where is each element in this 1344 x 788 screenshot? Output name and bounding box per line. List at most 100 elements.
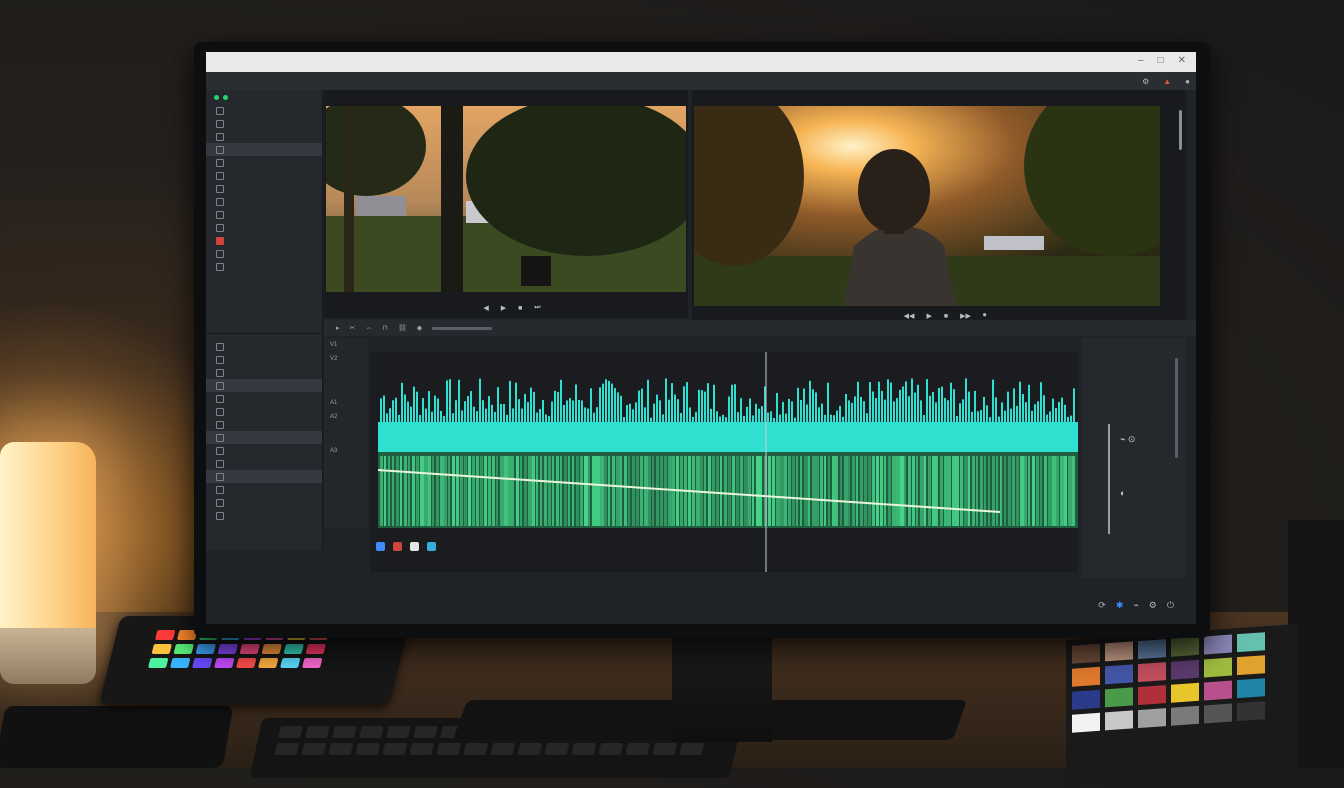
waveform-bar: [620, 456, 622, 526]
link-toggle-icon[interactable]: ⛓: [398, 324, 407, 332]
power-icon[interactable]: ⏻: [1167, 600, 1174, 611]
time-ruler[interactable]: [370, 338, 1078, 352]
sync-icon[interactable]: ⟳: [1098, 600, 1106, 611]
sidebar-item[interactable]: [206, 353, 322, 366]
sidebar-item[interactable]: [206, 366, 322, 379]
warning-icon[interactable]: ▲: [1163, 77, 1171, 86]
zoom-slider[interactable]: [432, 326, 493, 330]
user-icon[interactable]: ●: [1185, 77, 1190, 86]
waveform-bar: [712, 456, 715, 526]
record-button[interactable]: ⏺: [983, 312, 987, 320]
sidebar-item[interactable]: [206, 156, 322, 169]
fast-forward-button[interactable]: ▶▶: [960, 312, 971, 320]
sidebar-item[interactable]: [206, 169, 322, 182]
waveform-peak: [653, 403, 655, 438]
ripple-tool-icon[interactable]: ⇔: [365, 325, 372, 332]
sidebar-item[interactable]: [206, 483, 322, 496]
sidebar-item-active[interactable]: [206, 379, 322, 392]
sidebar-item[interactable]: [206, 130, 322, 143]
file-icon: [216, 158, 224, 167]
selection-tool-icon[interactable]: ▸: [336, 324, 340, 332]
sidebar-item[interactable]: [206, 260, 322, 273]
waveform-bar: [408, 456, 410, 526]
waveform-peak: [902, 386, 904, 438]
timeline-toolbar: ▸ ✂ ⇔ ⊓ ⛓ ◆: [324, 320, 1196, 336]
sidebar-item[interactable]: [206, 457, 322, 470]
sidebar-item[interactable]: [206, 221, 322, 234]
clip-icon: [216, 498, 224, 507]
waveform-peak: [692, 417, 694, 438]
link-icon[interactable]: ⌁: [1133, 600, 1138, 611]
waveform-peak: [704, 391, 706, 438]
sidebar-item[interactable]: [206, 496, 322, 509]
waveform-peak: [755, 403, 757, 438]
sidebar-item[interactable]: [206, 405, 322, 418]
sidebar-item[interactable]: [206, 234, 322, 247]
sidebar-item-active[interactable]: [206, 143, 322, 156]
sidebar-item[interactable]: [206, 392, 322, 405]
maximize-button[interactable]: □: [1158, 55, 1164, 66]
sidebar-item[interactable]: [206, 195, 322, 208]
marker-icon[interactable]: ◆: [417, 324, 422, 332]
sidebar-item[interactable]: [206, 340, 322, 353]
panel-scrollbar[interactable]: [1175, 358, 1178, 458]
waveform-bar: [896, 456, 900, 526]
waveform-bar: [616, 456, 620, 526]
track-header[interactable]: V2: [324, 352, 368, 366]
sidebar-item-active[interactable]: [206, 470, 322, 483]
track-header[interactable]: V1: [324, 338, 368, 352]
waveform-bar: [984, 456, 986, 526]
waveform-peak: [851, 402, 853, 438]
mixer-knob-icon[interactable]: ⌁ ⊙: [1120, 434, 1135, 445]
sidebar-item[interactable]: [206, 208, 322, 221]
waveform-bar: [780, 456, 784, 526]
waveform-peak: [626, 405, 628, 438]
app-icon[interactable]: [376, 541, 385, 551]
mixer-fader[interactable]: [1108, 424, 1110, 534]
close-button[interactable]: ✕: [1178, 55, 1186, 66]
minimize-button[interactable]: –: [1138, 55, 1144, 66]
waveform-peak: [557, 392, 559, 438]
track-header[interactable]: A3: [324, 444, 368, 458]
track-header[interactable]: A2: [324, 410, 368, 424]
next-button[interactable]: ⏭: [534, 304, 540, 312]
app-icon[interactable]: [410, 541, 419, 551]
app-icon[interactable]: [393, 541, 402, 551]
sidebar-item[interactable]: [206, 247, 322, 260]
waveform-bar: [800, 456, 802, 526]
waveform-bar: [952, 456, 956, 526]
sidebar-item[interactable]: [206, 444, 322, 457]
sidebar-item[interactable]: [206, 117, 322, 130]
razor-tool-icon[interactable]: ✂: [350, 324, 356, 332]
waveform-peak: [392, 400, 394, 438]
waveform-peak: [674, 394, 676, 438]
sidebar-item[interactable]: [206, 104, 322, 117]
waveform-bar: [904, 456, 906, 526]
settings-icon[interactable]: ⚙: [1149, 600, 1157, 611]
step-back-button[interactable]: ◀: [483, 304, 488, 312]
waveform-bar: [1052, 456, 1056, 526]
waveform-peak: [458, 379, 460, 438]
waveform-peak: [446, 380, 448, 438]
rewind-button[interactable]: ◀◀: [904, 312, 915, 320]
sidebar-item[interactable]: [206, 418, 322, 431]
waveform-bar: [792, 456, 795, 526]
mixer-knob-icon[interactable]: ◐: [1120, 488, 1125, 498]
sidebar-item[interactable]: [206, 182, 322, 195]
track-header[interactable]: A1: [324, 396, 368, 410]
waveform-bar: [384, 456, 386, 526]
snap-toggle-icon[interactable]: ⊓: [382, 324, 387, 332]
waveform-peak: [632, 409, 634, 438]
stop-button[interactable]: ■: [518, 305, 522, 312]
play-button[interactable]: ▶: [501, 304, 506, 312]
sidebar-item[interactable]: [206, 509, 322, 522]
settings-icon[interactable]: ⚙: [1142, 77, 1149, 86]
app-icon[interactable]: [427, 541, 436, 551]
waveform-peak: [1055, 407, 1057, 438]
play-button[interactable]: ▶: [926, 312, 931, 320]
stop-button[interactable]: ■: [944, 313, 948, 320]
bluetooth-icon[interactable]: ✱: [1116, 600, 1124, 611]
waveform-bar: [760, 456, 762, 526]
sidebar-item-active[interactable]: [206, 431, 322, 444]
program-scrollbar[interactable]: [1179, 110, 1182, 150]
